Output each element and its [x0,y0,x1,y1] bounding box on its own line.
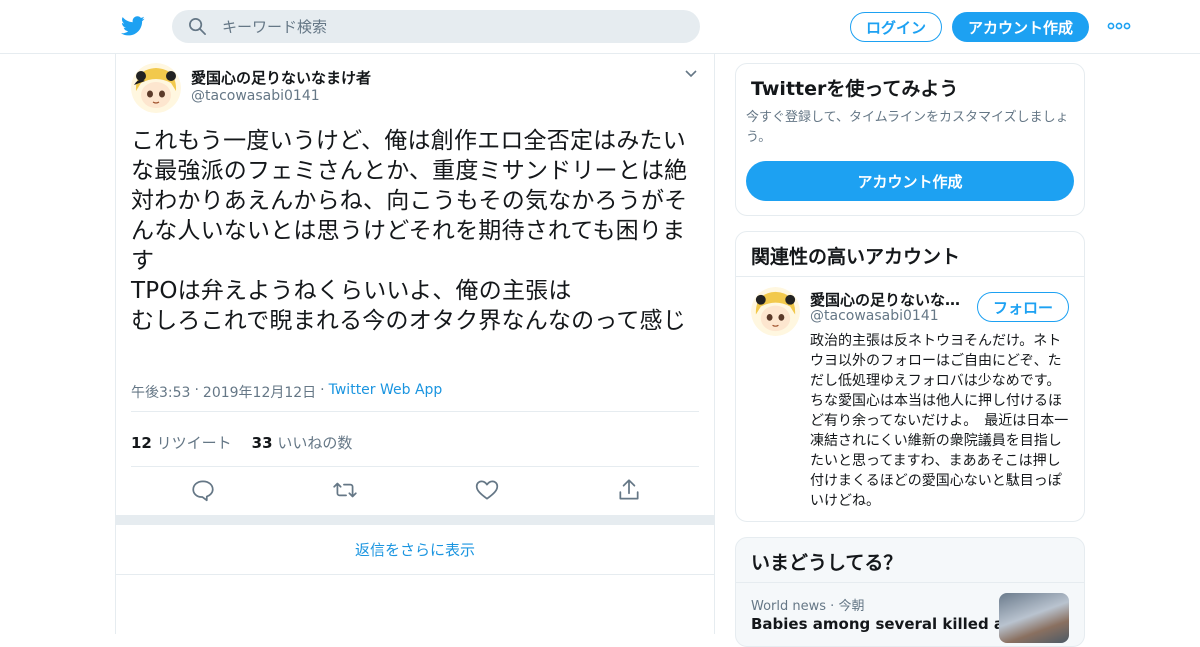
divider [131,411,699,412]
tweet-text: これもう一度いうけど、俺は創作エロ全否定はみたいな最強派のフェミさんとか、重度ミ… [131,128,688,334]
trend-time: 今朝 [838,599,865,614]
trends-card: いまどうしてる？ World news · 今朝 Babies among se… [735,537,1085,647]
tweet-meta: 午後3:53 · 2019年12月12日 · Twitter Web App [131,382,442,402]
signup-button[interactable]: アカウント作成 [952,12,1089,42]
divider [131,466,699,467]
related-account-handle[interactable]: @tacowasabi0141 [810,308,939,324]
avatar[interactable] [751,287,800,336]
tweet-time[interactable]: 午後3:53 [131,382,190,402]
trend-headline[interactable]: Babies among several killed as [751,615,1013,633]
tweet-stats: 12 リツイート 33 いいねの数 [131,432,352,453]
meta-separator: · [194,382,199,398]
more-dots-icon[interactable] [1106,18,1132,34]
author-handle[interactable]: @tacowasabi0141 [191,88,320,104]
related-account-name[interactable]: 愛国心の足りないな… [810,289,970,310]
share-icon[interactable] [616,477,642,503]
like-count: 33 [251,434,273,452]
signup-card-button[interactable]: アカウント作成 [746,161,1074,201]
tweet-actions [116,477,716,505]
card-title: いまどうしてる？ [751,552,903,574]
trend-meta: World news · 今朝 [751,595,864,614]
twitter-bird-icon[interactable] [120,14,146,38]
divider [736,582,1084,583]
meta-separator: · [320,382,325,398]
section-gap [116,515,714,525]
heart-icon[interactable] [474,477,500,503]
top-navigation-bar: ログイン アカウント作成 [0,0,1200,54]
search-input[interactable] [222,10,682,43]
show-more-replies-link[interactable]: 返信をさらに表示 [116,525,714,575]
tweet-source-app[interactable]: Twitter Web App [329,382,443,402]
trend-thumbnail[interactable] [999,593,1069,643]
avatar[interactable] [131,63,181,113]
follow-button[interactable]: フォロー [977,292,1069,322]
search-bar[interactable] [172,10,700,43]
author-name[interactable]: 愛国心の足りないなまけ者 [191,67,371,88]
tweet-date[interactable]: 2019年12月12日 [203,382,316,402]
card-title: Twitterを使ってみよう [751,78,959,100]
retweet-icon[interactable] [332,477,358,503]
login-button[interactable]: ログイン [850,12,942,42]
search-icon [189,18,206,35]
related-account-bio: 政治的主張は反ネトウヨそんだけ。ネトウヨ以外のフォローはご自由にどぞ、ただし低処… [810,333,1069,509]
card-description: 今すぐ登録して、タイムラインをカスタマイズしましょう。 [746,110,1069,145]
reply-icon[interactable] [190,477,216,503]
tweet-panel: 愛国心の足りないなまけ者 @tacowasabi0141 これもう一度いうけど、… [115,54,715,634]
trend-category: World news [751,599,827,614]
divider [736,276,1084,277]
retweet-count: 12 [131,434,152,452]
retweet-stat[interactable]: 12 リツイート [131,432,232,453]
try-twitter-card: Twitterを使ってみよう 今すぐ登録して、タイムラインをカスタマイズしましょ… [735,63,1085,216]
related-accounts-card: 関連性の高いアカウント 愛国心の足りないな… @tacowasabi0141 フ… [735,231,1085,522]
like-stat-label: いいねの数 [277,434,353,452]
like-stat[interactable]: 33 いいねの数 [252,432,353,453]
chevron-down-icon[interactable] [684,68,698,80]
retweet-stat-label: リツイート [156,434,232,452]
card-title: 関連性の高いアカウント [751,246,961,268]
